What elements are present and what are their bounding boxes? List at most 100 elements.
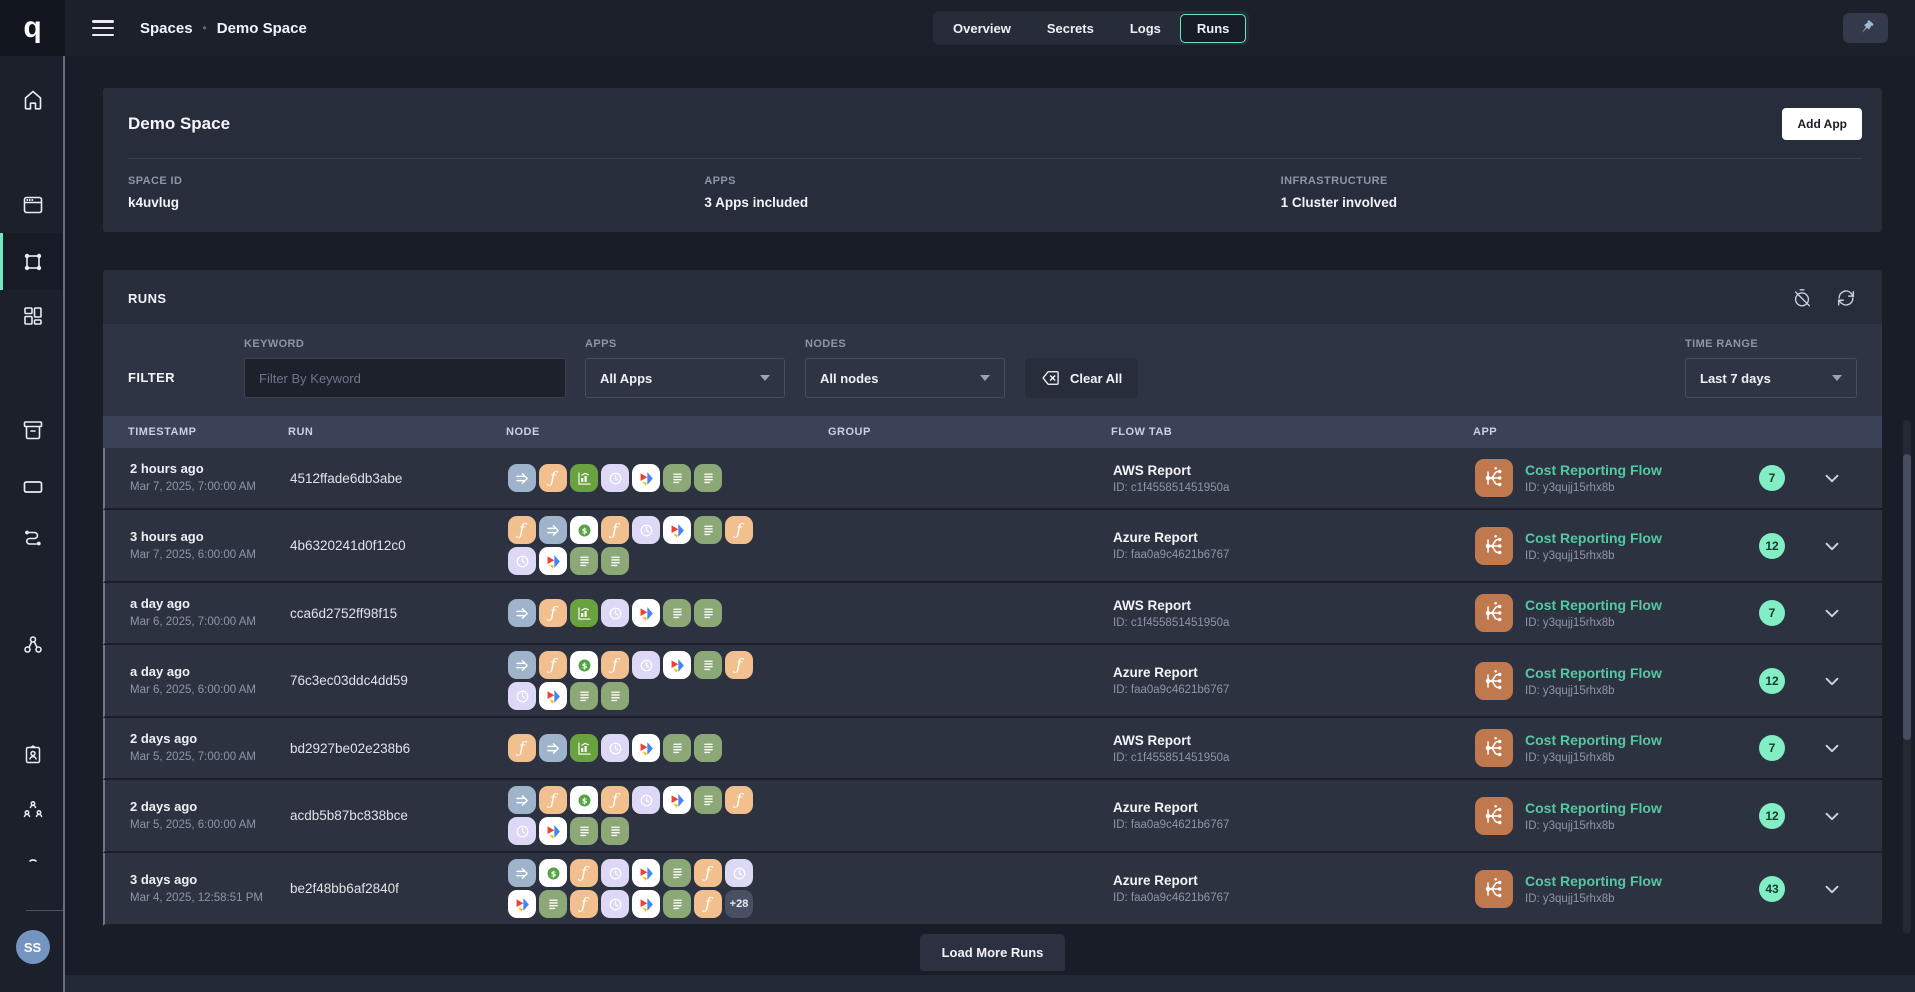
user-avatar[interactable]: SS bbox=[16, 930, 50, 964]
expand-chevron-icon[interactable] bbox=[1821, 602, 1843, 624]
flow-app-icon bbox=[1475, 527, 1513, 565]
table-scrollbar[interactable] bbox=[1903, 420, 1911, 934]
flow-tab-cell: AWS Report ID: c1f455851451950a bbox=[1113, 733, 1475, 764]
refresh-icon bbox=[1835, 287, 1857, 309]
nodes-filter-group: NODES All nodes bbox=[805, 338, 1005, 398]
tab-runs[interactable]: Runs bbox=[1180, 14, 1247, 43]
sidebar-item-card[interactable] bbox=[21, 475, 45, 499]
table-row[interactable]: a day ago Mar 6, 2025, 7:00:00 AM cca6d2… bbox=[103, 583, 1882, 645]
sidebar: q bbox=[0, 0, 65, 992]
table-row[interactable]: 2 hours ago Mar 7, 2025, 7:00:00 AM 4512… bbox=[103, 448, 1882, 510]
tab-secrets[interactable]: Secrets bbox=[1030, 14, 1111, 43]
node-count-badge: 12 bbox=[1759, 803, 1785, 829]
apps-label: APPS bbox=[704, 175, 1280, 187]
flow-tab-cell: Azure Report ID: faa0a9c4621b6767 bbox=[1113, 800, 1475, 831]
sidebar-item-home[interactable] bbox=[21, 88, 45, 112]
sidebar-item-spaces-frame[interactable] bbox=[21, 250, 45, 274]
refresh-button[interactable] bbox=[1835, 287, 1857, 309]
app-id: ID: y3qujj15rhx8b bbox=[1525, 550, 1662, 562]
dollar-node-icon: $ bbox=[570, 651, 598, 679]
transfer-node-icon bbox=[508, 599, 536, 627]
table-row[interactable]: 2 days ago Mar 5, 2025, 7:00:00 AM bd292… bbox=[103, 718, 1882, 780]
home-icon bbox=[21, 88, 45, 112]
expand-chevron-icon[interactable] bbox=[1821, 467, 1843, 489]
node-overflow-chip[interactable]: +28 bbox=[725, 890, 753, 918]
node-count-badge: 7 bbox=[1759, 465, 1785, 491]
flow-tab-name: Azure Report bbox=[1113, 873, 1475, 888]
app-name-link[interactable]: Cost Reporting Flow bbox=[1525, 665, 1662, 681]
keyword-search-input[interactable] bbox=[244, 358, 566, 398]
expand-chevron-icon[interactable] bbox=[1821, 878, 1843, 900]
list-node-icon bbox=[663, 464, 691, 492]
table-row[interactable]: a day ago Mar 6, 2025, 6:00:00 AM 76c3ec… bbox=[103, 645, 1882, 718]
sidebar-item-route[interactable] bbox=[21, 526, 45, 550]
dropdown-caret-icon bbox=[1832, 375, 1842, 381]
list-node-icon bbox=[694, 599, 722, 627]
nodes-select[interactable]: All nodes bbox=[805, 358, 1005, 398]
app-name-link[interactable]: Cost Reporting Flow bbox=[1525, 530, 1662, 546]
app-name-link[interactable]: Cost Reporting Flow bbox=[1525, 873, 1662, 889]
tab-overview[interactable]: Overview bbox=[936, 14, 1028, 43]
scrollbar-thumb[interactable] bbox=[1903, 454, 1911, 740]
send-node-icon bbox=[508, 890, 536, 918]
infrastructure-field: INFRASTRUCTURE 1 Cluster involved bbox=[1281, 175, 1857, 210]
breadcrumb-spaces[interactable]: Spaces bbox=[140, 20, 193, 37]
sidebar-item-member-badge[interactable] bbox=[21, 743, 45, 767]
hamburger-menu-icon[interactable] bbox=[92, 20, 114, 36]
app-name-link[interactable]: Cost Reporting Flow bbox=[1525, 462, 1662, 478]
load-more-runs-button[interactable]: Load More Runs bbox=[920, 934, 1066, 971]
table-row[interactable]: 2 days ago Mar 5, 2025, 6:00:00 AM acdb5… bbox=[103, 780, 1882, 853]
transfer-node-icon bbox=[539, 734, 567, 762]
send-node-icon bbox=[663, 516, 691, 544]
function-node-icon: ƒ bbox=[694, 890, 722, 918]
expand-chevron-icon[interactable] bbox=[1821, 670, 1843, 692]
tab-logs[interactable]: Logs bbox=[1113, 14, 1178, 43]
table-row[interactable]: 3 days ago Mar 4, 2025, 12:58:51 PM be2f… bbox=[103, 853, 1882, 926]
flow-tab-cell: Azure Report ID: faa0a9c4621b6767 bbox=[1113, 873, 1475, 904]
app-logo[interactable]: q bbox=[0, 0, 65, 56]
pin-button[interactable] bbox=[1843, 13, 1888, 43]
app-name-link[interactable]: Cost Reporting Flow bbox=[1525, 597, 1662, 613]
flow-app-icon bbox=[1475, 729, 1513, 767]
sidebar-item-network[interactable] bbox=[21, 633, 45, 657]
apps-select[interactable]: All Apps bbox=[585, 358, 785, 398]
list-node-icon bbox=[570, 817, 598, 845]
sidebar-item-more[interactable] bbox=[21, 848, 45, 872]
table-row[interactable]: 3 hours ago Mar 7, 2025, 6:00:00 AM 4b63… bbox=[103, 510, 1882, 583]
app-id: ID: y3qujj15rhx8b bbox=[1525, 893, 1662, 905]
timer-node-icon bbox=[632, 516, 660, 544]
timer-node-icon bbox=[601, 859, 629, 887]
expand-chevron-icon[interactable] bbox=[1821, 535, 1843, 557]
flow-tab-id: ID: c1f455851451950a bbox=[1113, 617, 1475, 629]
chart-node-icon bbox=[570, 734, 598, 762]
col-flow-tab: FLOW TAB bbox=[1111, 426, 1473, 438]
function-node-icon: ƒ bbox=[601, 516, 629, 544]
sidebar-item-apps-window[interactable] bbox=[21, 193, 45, 217]
clear-all-button[interactable]: Clear All bbox=[1025, 358, 1138, 398]
expand-chevron-icon[interactable] bbox=[1821, 805, 1843, 827]
run-absolute-time: Mar 6, 2025, 6:00:00 AM bbox=[130, 683, 290, 698]
col-timestamp: TIMESTAMP bbox=[128, 426, 288, 438]
app-id: ID: y3qujj15rhx8b bbox=[1525, 685, 1662, 697]
sidebar-item-archive[interactable] bbox=[21, 418, 45, 442]
timer-off-button[interactable] bbox=[1791, 287, 1813, 309]
send-node-icon bbox=[539, 547, 567, 575]
col-group: GROUP bbox=[828, 426, 1111, 438]
list-node-icon bbox=[539, 890, 567, 918]
timer-node-icon bbox=[508, 817, 536, 845]
app-name-link[interactable]: Cost Reporting Flow bbox=[1525, 732, 1662, 748]
function-node-icon: ƒ bbox=[539, 651, 567, 679]
apps-filter-label: APPS bbox=[585, 338, 785, 350]
node-count-badge: 12 bbox=[1759, 668, 1785, 694]
run-relative-time: 2 days ago bbox=[130, 731, 290, 746]
add-app-button[interactable]: Add App bbox=[1782, 108, 1862, 140]
sidebar-item-dashboard[interactable] bbox=[21, 304, 45, 328]
function-node-icon: ƒ bbox=[725, 516, 753, 544]
list-node-icon bbox=[601, 547, 629, 575]
app-name-link[interactable]: Cost Reporting Flow bbox=[1525, 800, 1662, 816]
sidebar-item-team[interactable] bbox=[21, 798, 45, 822]
expand-chevron-icon[interactable] bbox=[1821, 737, 1843, 759]
space-id-value: k4uvlug bbox=[128, 195, 704, 210]
apps-value: 3 Apps included bbox=[704, 195, 1280, 210]
time-range-select[interactable]: Last 7 days bbox=[1685, 358, 1857, 398]
